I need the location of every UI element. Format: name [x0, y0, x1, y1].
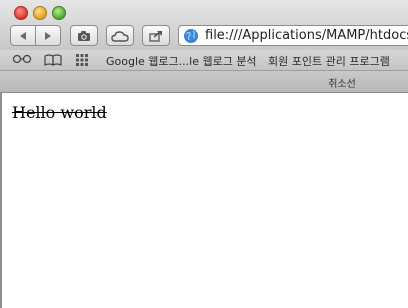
bookmarks-bar: Google 웹로그...le 웹로그 분석 회원 포인트 관리 프로그램	[0, 50, 408, 71]
zoom-window-button[interactable]	[52, 6, 66, 20]
bookmark-item[interactable]: 회원 포인트 관리 프로그램	[268, 53, 390, 69]
cloud-icon	[111, 30, 129, 42]
forward-arrow-icon	[45, 31, 51, 40]
icloud-button[interactable]	[106, 25, 134, 46]
tab-bar: 취소선	[0, 71, 408, 93]
book-icon[interactable]	[44, 54, 62, 66]
share-button[interactable]	[142, 25, 170, 46]
reading-glasses-icon[interactable]	[12, 54, 32, 64]
camera-icon	[78, 30, 90, 41]
page-content: Hello world	[2, 93, 408, 308]
address-url: file:///Applications/MAMP/htdocs/	[205, 28, 408, 43]
grid-icon[interactable]	[76, 54, 88, 66]
forward-button[interactable]	[35, 25, 61, 46]
address-bar[interactable]: file:///Applications/MAMP/htdocs/	[178, 25, 408, 46]
minimize-window-button[interactable]	[33, 6, 47, 20]
share-icon	[149, 30, 162, 42]
strikethrough-text: Hello world	[12, 103, 107, 122]
toolbar: file:///Applications/MAMP/htdocs/	[0, 0, 408, 50]
globe-icon	[184, 29, 198, 43]
camera-button[interactable]	[70, 25, 98, 46]
browser-window: file:///Applications/MAMP/htdocs/ Google…	[0, 0, 408, 308]
back-arrow-icon	[20, 31, 26, 40]
bookmark-item[interactable]: Google 웹로그...le 웹로그 분석	[106, 53, 257, 69]
close-window-button[interactable]	[14, 6, 28, 20]
tab-title[interactable]: 취소선	[300, 75, 384, 90]
back-button[interactable]	[10, 25, 36, 46]
